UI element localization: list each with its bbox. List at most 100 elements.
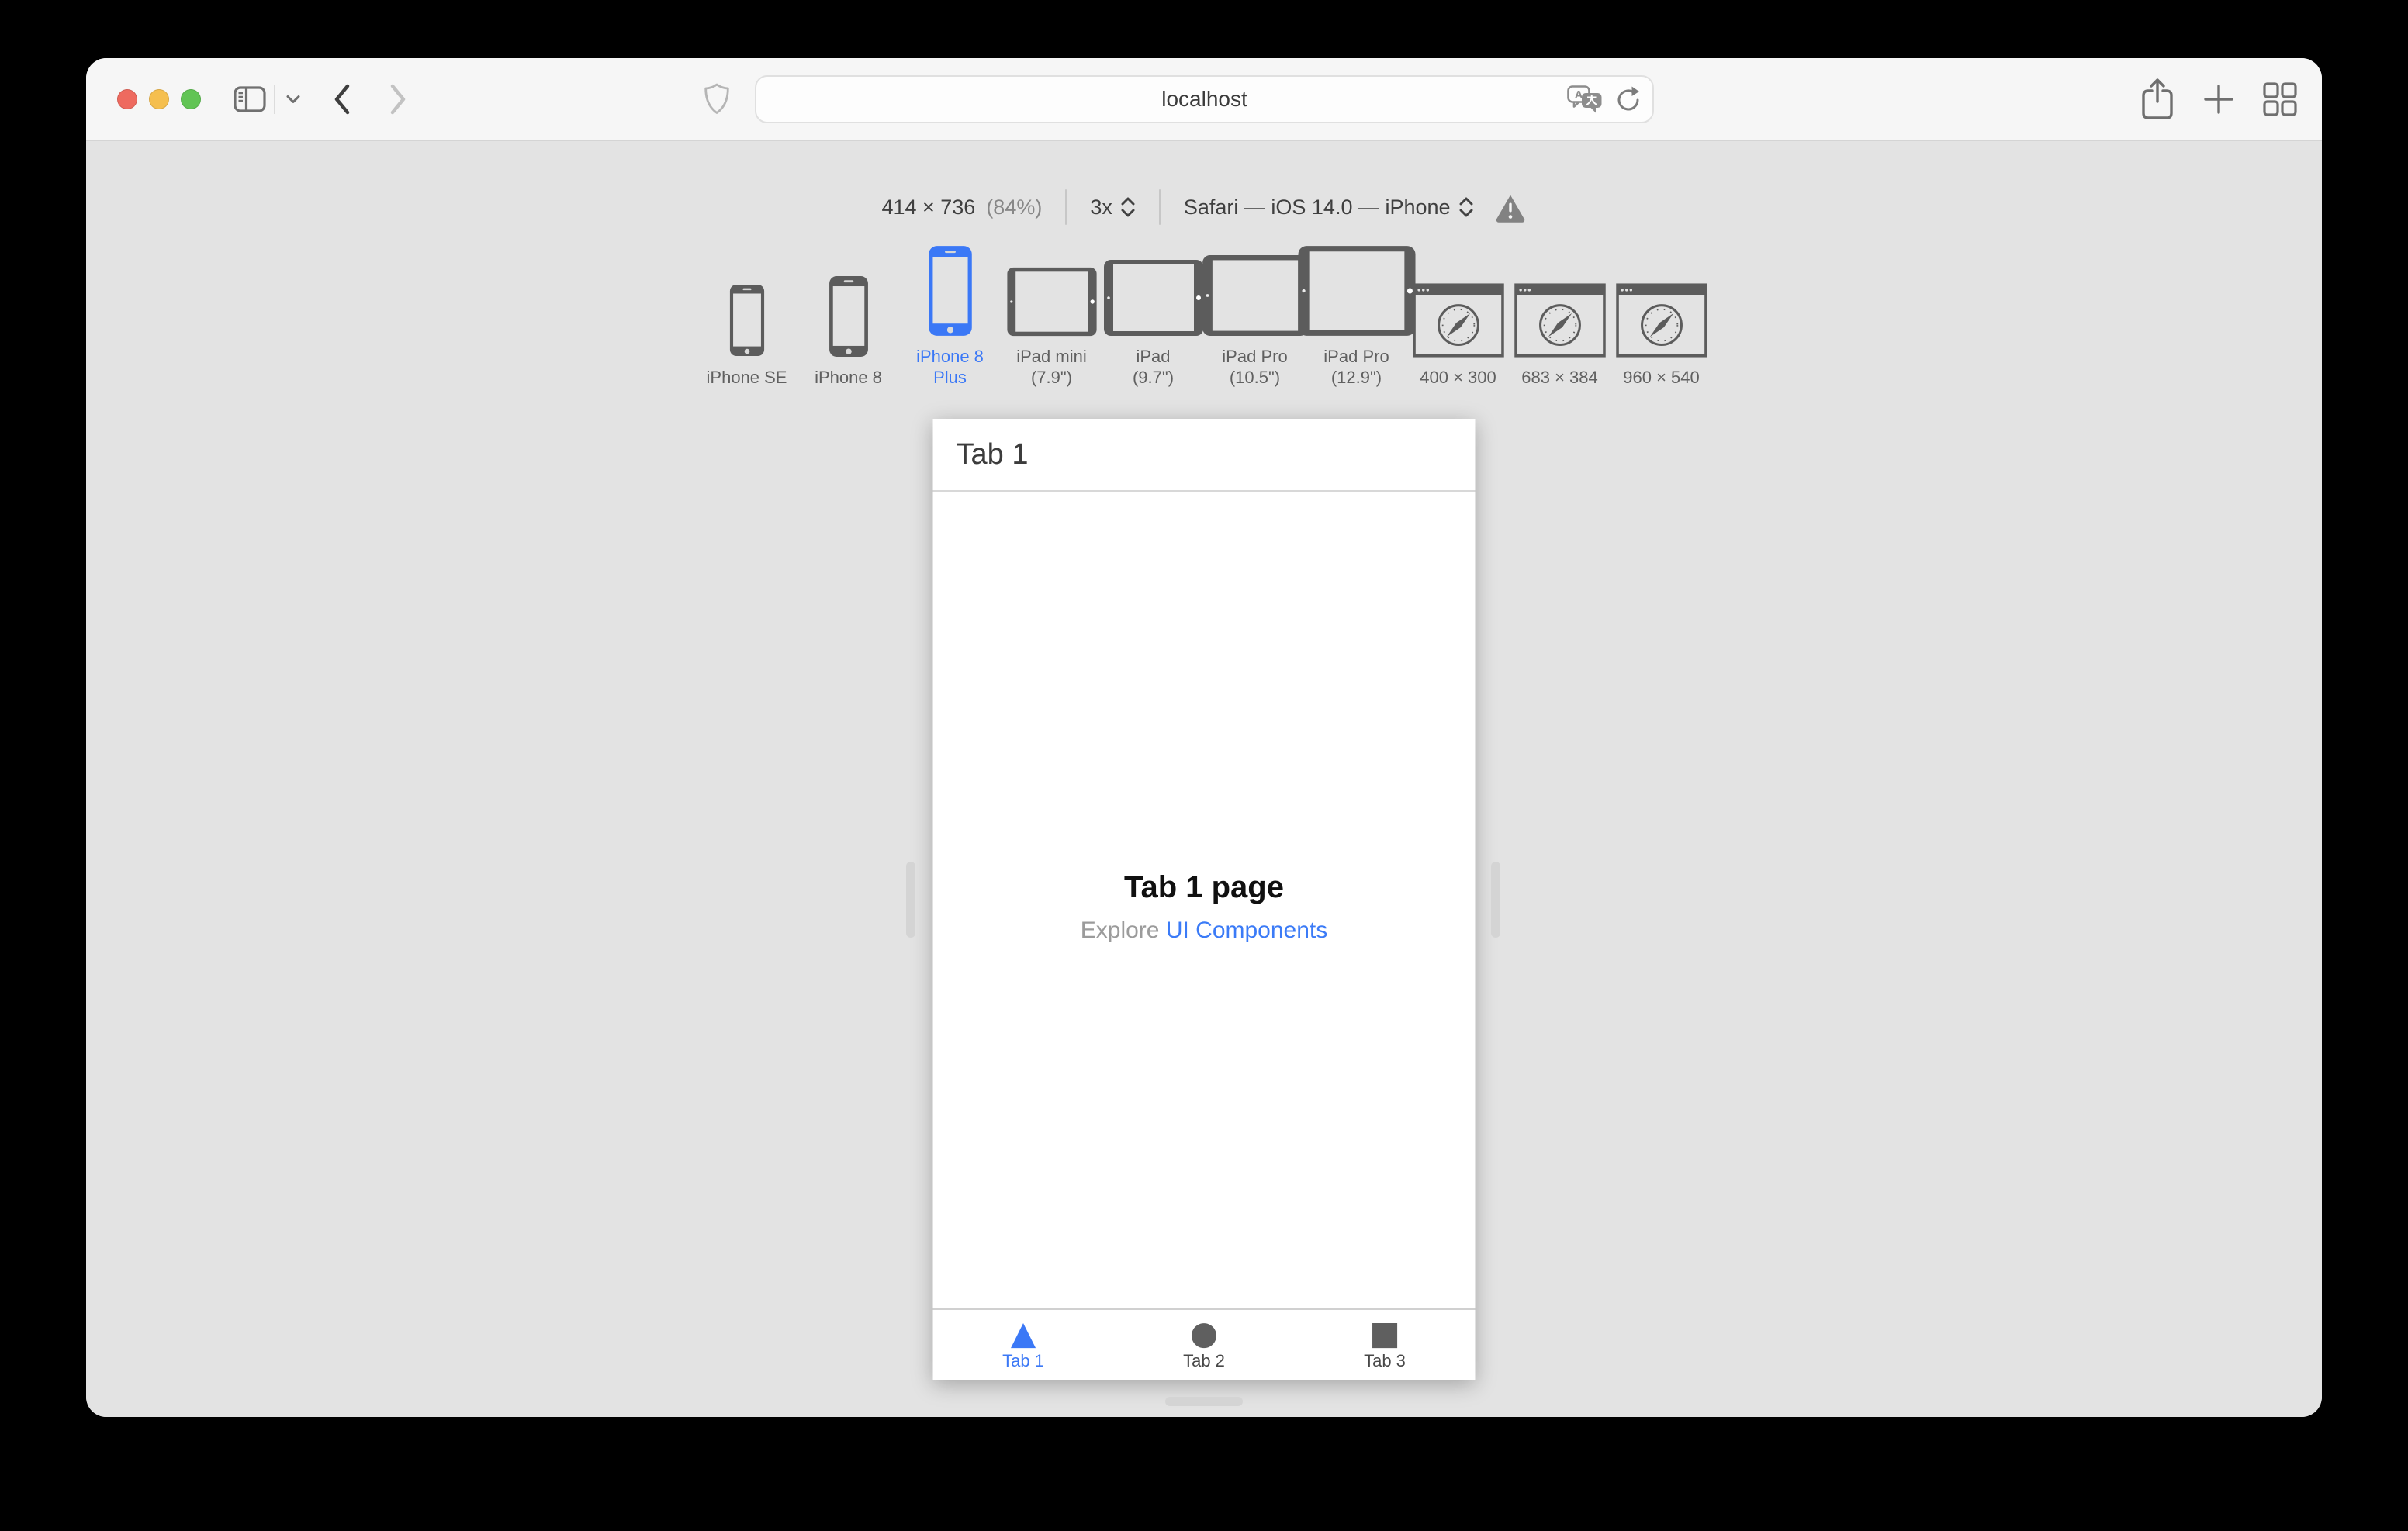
device-preset-iphone-se[interactable]: iPhone SE	[696, 264, 797, 388]
warning-icon	[1496, 195, 1524, 223]
ipad-pro-10-icon	[1200, 254, 1310, 337]
device-preset-683x384[interactable]: 683 × 384	[1509, 264, 1611, 388]
sidebar-dropdown-button[interactable]	[286, 95, 300, 104]
browser-window-icon	[1413, 283, 1504, 358]
privacy-report-button[interactable]	[704, 83, 729, 115]
device-label: (10.5")	[1229, 368, 1281, 387]
resize-handle-left[interactable]	[906, 862, 915, 938]
browser-window-icon	[1514, 283, 1606, 358]
share-button[interactable]	[2140, 78, 2174, 121]
triangle-icon: ▲	[1010, 1314, 1036, 1352]
iphone-8-icon	[829, 275, 869, 358]
back-button[interactable]	[331, 82, 353, 116]
new-tab-button[interactable]	[2202, 83, 2235, 116]
forward-button[interactable]	[387, 82, 409, 116]
close-window-button[interactable]	[117, 88, 137, 109]
viewport-size-label[interactable]: 414 × 736	[881, 195, 975, 219]
reload-button[interactable]	[1615, 85, 1642, 113]
minimize-window-button[interactable]	[149, 88, 169, 109]
device-label: iPad Pro	[1222, 347, 1288, 366]
page-heading: Tab 1 page	[1124, 870, 1284, 904]
ipad-pro-12-icon	[1297, 245, 1417, 337]
desktop-background: localhost A 414 × 736 (84%) 3x Safari — …	[0, 0, 2408, 1531]
tab-bar-item-tab-3[interactable]: ■ Tab 3	[1295, 1310, 1476, 1380]
svg-text:A: A	[1575, 88, 1583, 102]
zoom-level-label: (84%)	[986, 195, 1043, 219]
page-content: Tab 1 page Explore UI Components	[933, 492, 1476, 1308]
device-preset-ipad-pro-10[interactable]: iPad Pro (10.5")	[1204, 244, 1306, 388]
safari-window: localhost A 414 × 736 (84%) 3x Safari — …	[86, 58, 2322, 1417]
user-agent-value: Safari — iOS 14.0 — iPhone	[1183, 195, 1451, 219]
shield-icon	[704, 83, 729, 114]
device-preset-400x300[interactable]: 400 × 300	[1407, 264, 1509, 388]
rdm-separator	[1158, 189, 1161, 225]
tab-bar-item-tab-2[interactable]: ● Tab 2	[1114, 1310, 1295, 1380]
ui-components-link[interactable]: UI Components	[1166, 918, 1327, 943]
reload-icon	[1617, 86, 1639, 111]
rdm-separator	[1065, 189, 1067, 225]
browser-window-icon	[1616, 283, 1707, 358]
sidebar-icon	[234, 85, 266, 112]
device-label: iPhone 8	[916, 347, 984, 366]
device-preset-ipad-pro-12[interactable]: iPad Pro (12.9")	[1306, 244, 1407, 388]
stepper-icon	[1120, 195, 1136, 219]
resize-handle-right[interactable]	[1491, 862, 1500, 938]
traffic-lights	[117, 58, 201, 140]
tab-label: Tab 2	[1183, 1351, 1225, 1370]
ipad-mini-icon	[1006, 267, 1098, 337]
resize-handle-bottom[interactable]	[1165, 1397, 1243, 1406]
sidebar-toggle-button[interactable]	[234, 85, 266, 112]
tab-bar-item-tab-1[interactable]: ▲ Tab 1	[933, 1310, 1114, 1380]
rdm-content-area: 414 × 736 (84%) 3x Safari — iOS 14.0 — i…	[86, 141, 2322, 1417]
device-preset-iphone-8[interactable]: iPhone 8	[797, 264, 899, 388]
iphone-se-icon	[729, 283, 765, 358]
device-preset-iphone-8-plus[interactable]: iPhone 8 Plus	[899, 244, 1001, 388]
device-label: 960 × 540	[1623, 368, 1700, 387]
address-bar[interactable]: localhost A	[755, 75, 1654, 123]
chevron-left-icon	[334, 84, 350, 114]
pixel-ratio-select[interactable]: 3x	[1090, 195, 1136, 219]
tab-overview-button[interactable]	[2263, 81, 2297, 116]
device-label: iPhone 8	[815, 368, 882, 387]
stepper-icon	[1458, 195, 1474, 219]
share-icon	[2142, 78, 2173, 119]
url-text: localhost	[1161, 87, 1247, 111]
translate-icon: A	[1567, 85, 1602, 112]
zoom-window-button[interactable]	[181, 88, 201, 109]
tab-bar: ▲ Tab 1 ● Tab 2 ■ Tab 3	[932, 1308, 1476, 1380]
chevron-right-icon	[390, 84, 406, 114]
device-label: iPad Pro	[1323, 347, 1389, 366]
device-label: Plus	[933, 368, 967, 387]
tab-grid-icon	[2263, 81, 2297, 116]
rdm-toolbar: 414 × 736 (84%) 3x Safari — iOS 14.0 — i…	[86, 188, 2322, 226]
navigation-group	[234, 58, 409, 140]
device-preset-ipad[interactable]: iPad (9.7")	[1102, 244, 1204, 388]
device-preset-960x540[interactable]: 960 × 540	[1611, 264, 1712, 388]
square-icon: ■	[1369, 1314, 1400, 1352]
circle-icon: ●	[1189, 1314, 1219, 1352]
device-label: (9.7")	[1132, 368, 1175, 387]
device-preset-ipad-mini[interactable]: iPad mini (7.9")	[1001, 244, 1102, 388]
pixel-ratio-value: 3x	[1090, 195, 1112, 219]
device-label: (12.9")	[1330, 368, 1382, 387]
tab-label: Tab 1	[1002, 1351, 1044, 1370]
device-label: iPad mini	[1016, 347, 1087, 366]
device-label: 400 × 300	[1420, 368, 1496, 387]
simulated-viewport: Tab 1 Tab 1 page Explore UI Components ▲…	[932, 419, 1476, 1380]
plus-icon	[2204, 84, 2233, 114]
privacy-report-group	[704, 58, 729, 140]
page-subtext: Explore UI Components	[1081, 918, 1328, 944]
chevron-down-icon	[286, 95, 300, 103]
browser-toolbar: localhost A	[86, 58, 2322, 141]
tab-label: Tab 3	[1364, 1351, 1406, 1370]
device-label: 683 × 384	[1521, 368, 1598, 387]
page-nav-bar: Tab 1	[932, 419, 1476, 492]
user-agent-select[interactable]: Safari — iOS 14.0 — iPhone	[1184, 195, 1474, 219]
iphone-8-plus-icon	[928, 245, 973, 337]
page-nav-title: Tab 1	[956, 437, 1029, 471]
toolbar-separator	[274, 84, 275, 114]
warning-button[interactable]	[1494, 192, 1527, 223]
ipad-icon	[1102, 259, 1205, 337]
device-label: iPad	[1136, 347, 1171, 366]
translate-button[interactable]: A	[1567, 85, 1603, 114]
